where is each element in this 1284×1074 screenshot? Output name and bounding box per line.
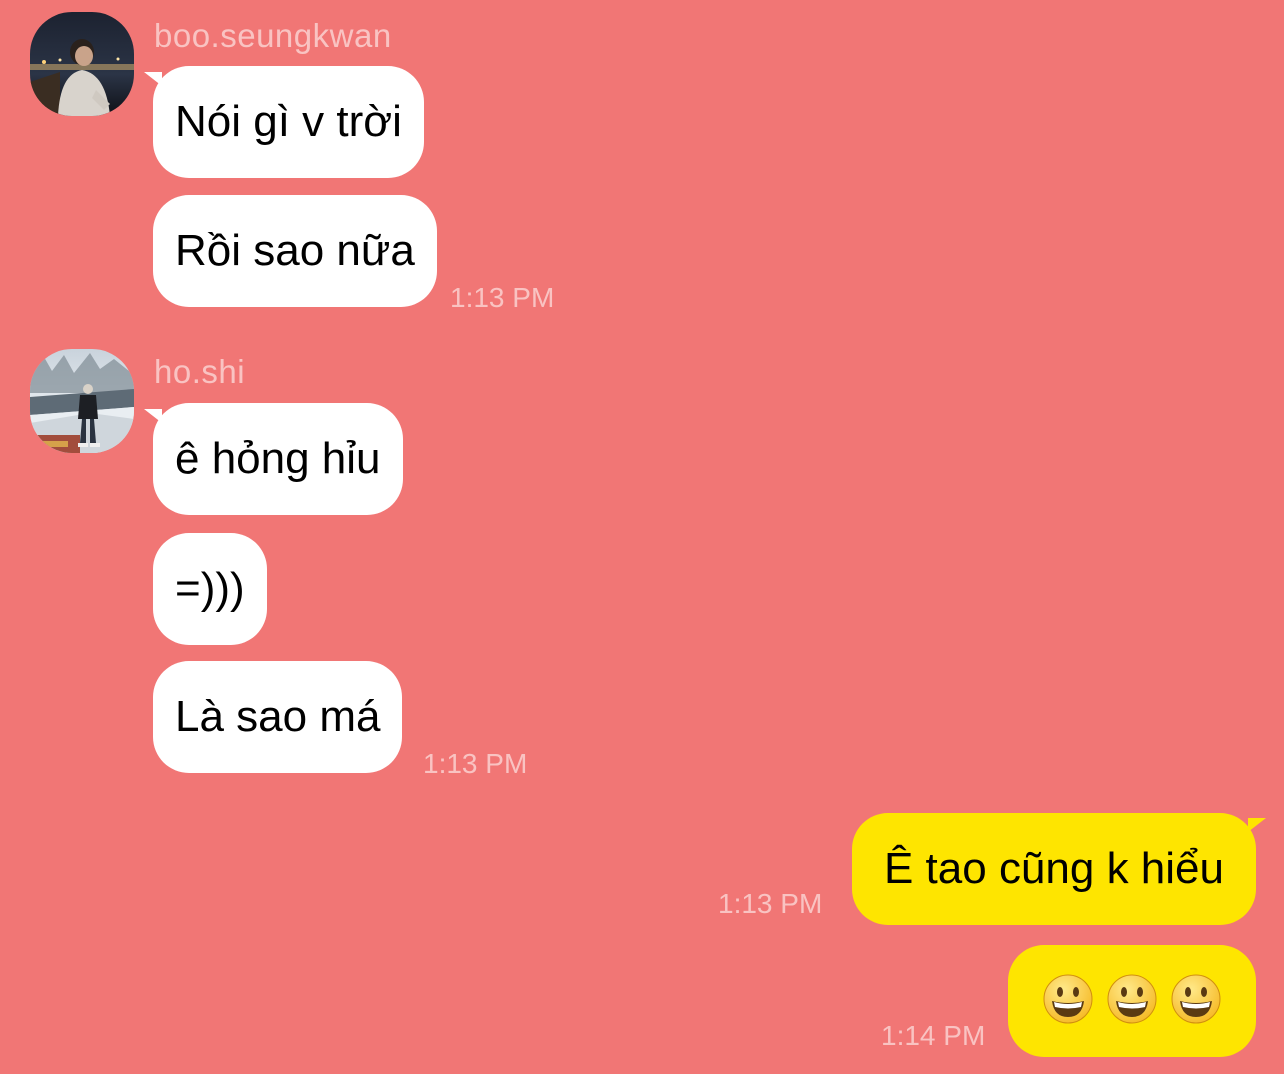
grinning-face-emoji-icon: [1171, 974, 1221, 1024]
message-timestamp: 1:13 PM: [718, 888, 823, 919]
message-text: Rồi sao nữa: [175, 226, 415, 275]
message-bubble[interactable]: Nói gì v trời: [153, 66, 424, 178]
message-text: Nói gì v trời: [175, 97, 402, 146]
message-timestamp: 1:14 PM: [881, 1020, 986, 1051]
profile-photo-snow-path-icon: [30, 349, 134, 453]
grinning-face-emoji-icon: [1043, 974, 1093, 1024]
message-text: Là sao má: [175, 692, 381, 741]
chat-thread: boo.seungkwan Nói gì v trời Rồi sao nữa …: [0, 0, 1284, 1074]
message-text: =))): [175, 564, 245, 613]
avatar-ho-shi[interactable]: [30, 349, 134, 453]
profile-photo-night-city-icon: [30, 12, 134, 116]
message-bubble[interactable]: ê hỏng hỉu: [153, 403, 403, 515]
message-text: ê hỏng hỉu: [175, 434, 381, 483]
message-bubble-outgoing[interactable]: Ê tao cũng k hiểu: [851, 813, 1256, 925]
message-timestamp: 1:13 PM: [450, 282, 555, 313]
message-text: Ê tao cũng k hiểu: [883, 844, 1224, 893]
message-bubble[interactable]: =))): [153, 533, 267, 645]
avatar-boo-seungkwan[interactable]: [30, 12, 134, 116]
message-timestamp: 1:13 PM: [423, 748, 528, 779]
sender-name: boo.seungkwan: [154, 17, 392, 54]
message-bubble-outgoing[interactable]: [1008, 945, 1256, 1057]
sender-name: ho.shi: [154, 353, 246, 390]
message-bubble[interactable]: Rồi sao nữa: [153, 195, 437, 307]
message-bubble[interactable]: Là sao má: [153, 661, 403, 773]
grinning-face-emoji-icon: [1107, 974, 1157, 1024]
